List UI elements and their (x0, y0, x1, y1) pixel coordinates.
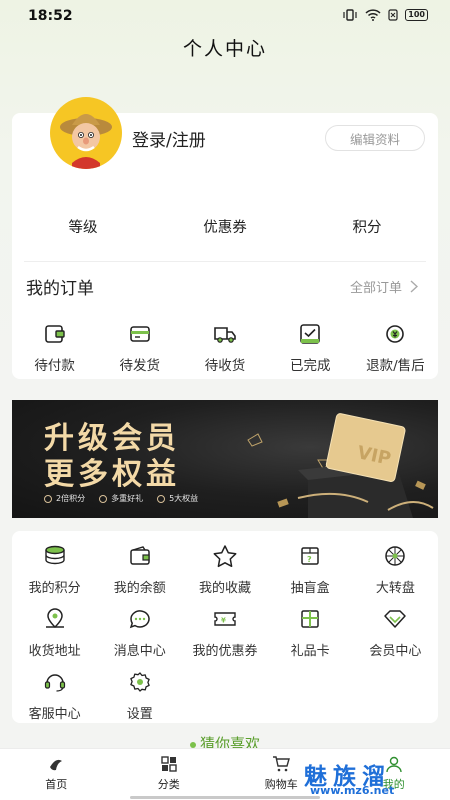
tab-label: 首页 (45, 778, 68, 791)
service-coupons[interactable]: ¥ 我的优惠券 (182, 606, 267, 659)
stat-points[interactable]: 积分 (296, 216, 438, 237)
balance-wallet-icon (130, 546, 150, 565)
star-icon (213, 545, 237, 568)
headset-icon (44, 674, 65, 692)
category-icon (161, 756, 177, 772)
order-label: 退款/售后 (366, 358, 425, 374)
banner-tags: 2倍积分 多重好礼 5大权益 (44, 493, 198, 504)
refund-icon (386, 325, 405, 343)
stat-level[interactable]: 等级 (12, 216, 154, 237)
service-membership[interactable]: 会员中心 (353, 606, 438, 659)
service-balance[interactable]: 我的余额 (97, 543, 182, 596)
service-blind-box[interactable]: ? 抽盲盒 (268, 543, 353, 596)
gift-card-icon (301, 610, 319, 628)
home-indicator (130, 796, 320, 799)
order-status-row: 待付款 待发货 待收货 已完成 退款/售后 (12, 322, 438, 374)
order-refund[interactable]: 退款/售后 (353, 322, 438, 374)
edit-profile-button[interactable]: 编辑资料 (325, 125, 425, 151)
location-icon (45, 608, 64, 629)
status-time: 18:52 (28, 8, 73, 24)
order-label: 待付款 (34, 358, 75, 374)
battery-icon: 100 (405, 9, 428, 21)
home-icon (50, 759, 63, 771)
vip-banner[interactable]: 升级会员 更多权益 2倍积分 多重好礼 5大权益 VIP (12, 400, 438, 518)
service-label: 大转盘 (375, 581, 415, 596)
cart-icon (273, 756, 291, 772)
service-label: 收货地址 (28, 644, 81, 659)
service-customer-support[interactable]: 客服中心 (12, 669, 97, 722)
order-label: 待收货 (204, 358, 246, 374)
profile-stats: 等级 优惠券 积分 (12, 216, 438, 237)
avatar-farmer-icon (60, 114, 112, 169)
vip-card-box-illustration: VIP (247, 413, 434, 518)
order-pending-shipment[interactable]: 待发货 (97, 322, 182, 374)
chevron-right-icon (410, 280, 418, 293)
coins-icon (44, 545, 65, 565)
check-box-icon (300, 324, 321, 344)
banner-tag: 2倍积分 (44, 493, 85, 504)
service-settings[interactable]: 设置 (97, 669, 182, 722)
service-label: 客服中心 (28, 707, 81, 722)
service-points[interactable]: 我的积分 (12, 543, 97, 596)
status-icons: 100 (342, 9, 428, 21)
services-card: 我的积分 我的余额 我的收藏 ? 抽盲盒 大转盘 收货地址 消息中心 ¥ 我的优… (12, 531, 438, 723)
tab-category[interactable]: 分类 (113, 749, 226, 800)
login-register-link[interactable]: 登录/注册 (132, 126, 206, 151)
banner-tag: 多重好礼 (99, 493, 143, 504)
blind-box-icon: ? (301, 547, 319, 565)
avatar[interactable] (50, 97, 122, 169)
services-grid: 我的积分 我的余额 我的收藏 ? 抽盲盒 大转盘 收货地址 消息中心 ¥ 我的优… (12, 543, 438, 722)
wallet-icon (44, 325, 65, 343)
svg-text:?: ? (307, 555, 312, 564)
service-label: 我的积分 (28, 581, 81, 596)
divider (24, 261, 426, 262)
order-pending-payment[interactable]: 待付款 (12, 322, 97, 374)
banner-tag: 5大权益 (157, 493, 198, 504)
profile-card: 登录/注册 编辑资料 等级 优惠券 积分 我的订单 全部订单 待付款 待发货 待… (12, 97, 438, 379)
message-icon (129, 610, 150, 629)
tab-label: 购物车 (264, 778, 298, 791)
page-title: 个人中心 (182, 38, 267, 60)
diamond-icon (384, 610, 407, 628)
order-label: 待发货 (119, 358, 161, 374)
service-messages[interactable]: 消息中心 (97, 606, 182, 659)
card-icon (129, 326, 150, 342)
service-address[interactable]: 收货地址 (12, 606, 97, 659)
service-label: 消息中心 (113, 644, 166, 659)
service-label: 我的余额 (113, 581, 166, 596)
banner-subheadline: 更多权益 (44, 457, 180, 492)
leaf-icon (189, 741, 196, 748)
order-label: 已完成 (289, 358, 331, 374)
status-bar: 18:52 100 (0, 0, 450, 32)
service-label: 礼品卡 (290, 644, 330, 659)
service-label: 我的优惠券 (192, 644, 258, 659)
no-sim-icon (388, 9, 398, 21)
orders-title: 我的订单 (26, 279, 94, 299)
all-orders-link[interactable]: 全部订单 (350, 277, 418, 296)
settings-icon (130, 672, 150, 692)
watermark: 魅族溜 www.mz6.net (304, 757, 434, 797)
service-wheel[interactable]: 大转盘 (353, 543, 438, 596)
tab-home[interactable]: 首页 (0, 749, 113, 800)
service-gift-card[interactable]: 礼品卡 (268, 606, 353, 659)
wheel-icon (385, 546, 406, 566)
stat-coupons[interactable]: 优惠券 (154, 216, 296, 237)
tab-label: 分类 (157, 778, 180, 791)
order-pending-receipt[interactable]: 待收货 (182, 322, 267, 374)
svg-text:¥: ¥ (221, 617, 226, 625)
coupon-icon: ¥ (214, 612, 236, 626)
truck-icon (214, 327, 236, 343)
service-label: 会员中心 (369, 644, 422, 659)
vibrate-icon (343, 9, 357, 21)
service-label: 我的收藏 (198, 581, 251, 596)
service-favorites[interactable]: 我的收藏 (182, 543, 267, 596)
order-completed[interactable]: 已完成 (268, 322, 353, 374)
watermark-url: www.mz6.net (310, 784, 395, 797)
wifi-icon (365, 9, 381, 21)
all-orders-label: 全部订单 (349, 281, 402, 296)
service-label: 设置 (126, 707, 153, 722)
service-label: 抽盲盒 (290, 581, 330, 596)
